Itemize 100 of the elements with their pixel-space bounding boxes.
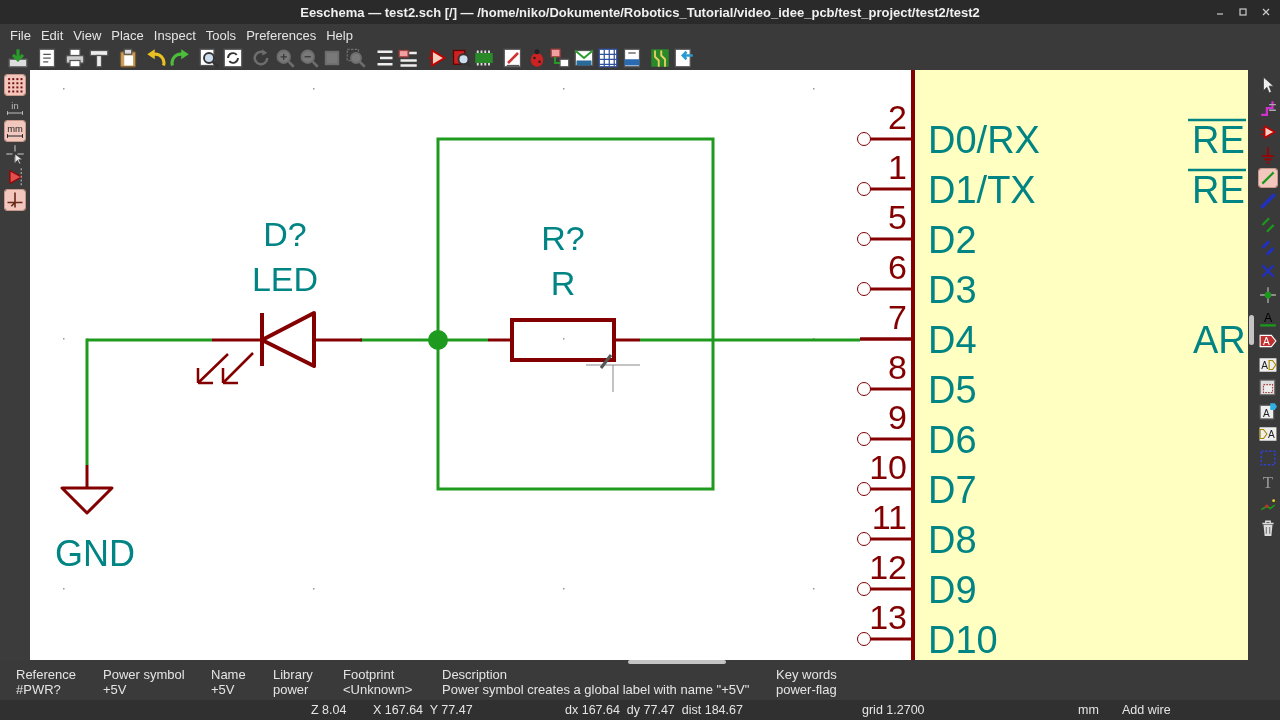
field-value: +5V — [211, 682, 236, 697]
triangle-symbol-icon[interactable] — [1259, 122, 1277, 141]
cursor-position: X 167.64 Y 77.47 — [373, 703, 474, 717]
search-icon[interactable] — [198, 48, 219, 68]
cursor-delta: dx 167.64 dy 77.47 dist 184.67 — [565, 703, 744, 717]
reference-label: R? — [541, 219, 585, 257]
menu-item[interactable]: Inspect — [148, 27, 201, 43]
pin-name: RE — [1188, 118, 1246, 161]
scrollbar-thumb[interactable] — [1249, 315, 1254, 345]
field-value: power-flag — [776, 682, 837, 697]
pin-number: 13 — [869, 598, 907, 636]
chip-icon[interactable] — [474, 48, 495, 68]
pin — [860, 337, 913, 341]
pin-name: AR — [1193, 319, 1246, 361]
page-settings-icon[interactable] — [36, 48, 57, 68]
circuit-board-icon[interactable] — [650, 48, 671, 68]
pin-number: 7 — [888, 298, 907, 336]
junction-dot — [428, 330, 448, 350]
pin — [857, 632, 913, 646]
reference-label: D? — [263, 215, 307, 253]
pin-number: 9 — [888, 398, 907, 436]
pin-number: 8 — [888, 348, 907, 386]
grid-size: grid 1.2700 — [862, 703, 926, 717]
field-label: Library — [273, 667, 314, 682]
pin-name: D7 — [928, 469, 977, 511]
units-icon[interactable]: mm — [5, 121, 25, 141]
netlist-file-icon[interactable] — [574, 48, 595, 68]
pin-number: 1 — [888, 148, 907, 186]
step-lines-icon[interactable] — [1259, 99, 1277, 118]
triangle-symbol-icon[interactable] — [427, 48, 447, 68]
pin-name: D4 — [928, 319, 977, 361]
pin-name: D1/TX — [928, 169, 1036, 211]
field-value: <Unknown> — [343, 682, 414, 697]
cross-lines-icon[interactable] — [5, 190, 25, 210]
field-value: Power symbol creates a global label with name "+5V" — [442, 682, 751, 697]
tag-label-icon[interactable]: A — [1259, 425, 1277, 444]
menu-item[interactable]: View — [68, 27, 107, 43]
field-label: Key words — [776, 667, 837, 682]
field-label: Description — [442, 667, 509, 682]
pin — [857, 182, 913, 196]
menu-item[interactable]: Edit — [35, 27, 69, 43]
parallel-lines-icon[interactable] — [1259, 215, 1277, 234]
pencil-paper-icon[interactable] — [503, 48, 524, 68]
field-value: +5V — [103, 682, 128, 697]
pin — [857, 582, 913, 596]
linked-boxes-icon[interactable] — [550, 48, 571, 68]
crosshair-cursor-icon — [585, 354, 641, 393]
tag-label-icon[interactable]: A — [1259, 355, 1277, 374]
field-label: Reference — [16, 667, 77, 682]
close-icon[interactable] — [1261, 7, 1271, 17]
crosshair-pointer-icon[interactable] — [5, 144, 25, 164]
pin-name: D6 — [928, 419, 977, 461]
printer-icon[interactable] — [65, 48, 86, 68]
pin-name: D5 — [928, 369, 977, 411]
table-icon[interactable] — [597, 48, 618, 68]
pin — [857, 282, 913, 296]
pin — [857, 232, 913, 246]
sheet-list-icon[interactable] — [398, 48, 419, 68]
clipboard-icon[interactable] — [117, 48, 138, 68]
grid-icon[interactable] — [5, 75, 25, 95]
menu-item[interactable]: File — [5, 27, 36, 43]
pin — [857, 532, 913, 546]
text-icon[interactable]: T — [1259, 472, 1277, 491]
menu-item[interactable]: Preferences — [241, 27, 322, 43]
field-value: #PWR? — [16, 682, 62, 697]
pin-name: D0/RX — [928, 119, 1040, 161]
value-label: LED — [251, 260, 319, 298]
symbol-search-icon[interactable] — [450, 48, 471, 68]
pin-name: D10 — [928, 619, 998, 660]
pin-number: 11 — [871, 498, 907, 536]
field-value: power — [273, 682, 310, 697]
pin-name: D2 — [928, 219, 977, 261]
maximize-icon[interactable] — [1238, 7, 1248, 17]
document-refresh-icon[interactable] — [222, 48, 243, 68]
menu-item[interactable]: Help — [321, 27, 358, 43]
pin — [857, 482, 913, 496]
pin — [857, 132, 913, 146]
current-tool: Add wire — [1122, 703, 1171, 717]
pin-name: D9 — [928, 569, 977, 611]
units-readout: mm — [1078, 703, 1100, 717]
window-title: Eeschema — test2.sch [/] — /home/niko/Dokumente/Robotics_Tutorial/video_idee_pcb/test_project/test2/test2 — [300, 4, 980, 20]
menu-item[interactable]: Place — [106, 27, 149, 43]
plotter-icon[interactable] — [89, 48, 110, 68]
pin-number: 5 — [888, 198, 907, 236]
field-label: Power symbol — [103, 667, 186, 682]
trash-icon[interactable] — [1259, 518, 1277, 537]
scrollbar-thumb[interactable] — [628, 660, 726, 664]
redo-icon[interactable] — [170, 48, 191, 68]
junction-icon[interactable] — [1259, 285, 1277, 304]
document-icon[interactable] — [621, 48, 642, 68]
value-label: GND — [55, 533, 135, 574]
sheet-pin-icon[interactable]: A — [1259, 402, 1277, 421]
undo-icon[interactable] — [146, 48, 167, 68]
menu-item[interactable]: Tools — [200, 27, 242, 43]
pin-name: D8 — [928, 519, 977, 561]
save-icon[interactable] — [8, 48, 28, 68]
pin-number: 12 — [869, 548, 907, 586]
sheet-icon[interactable] — [1259, 378, 1277, 397]
pin-name: RE — [1188, 168, 1246, 211]
zoom-readout: Z 8.04 — [311, 703, 348, 717]
